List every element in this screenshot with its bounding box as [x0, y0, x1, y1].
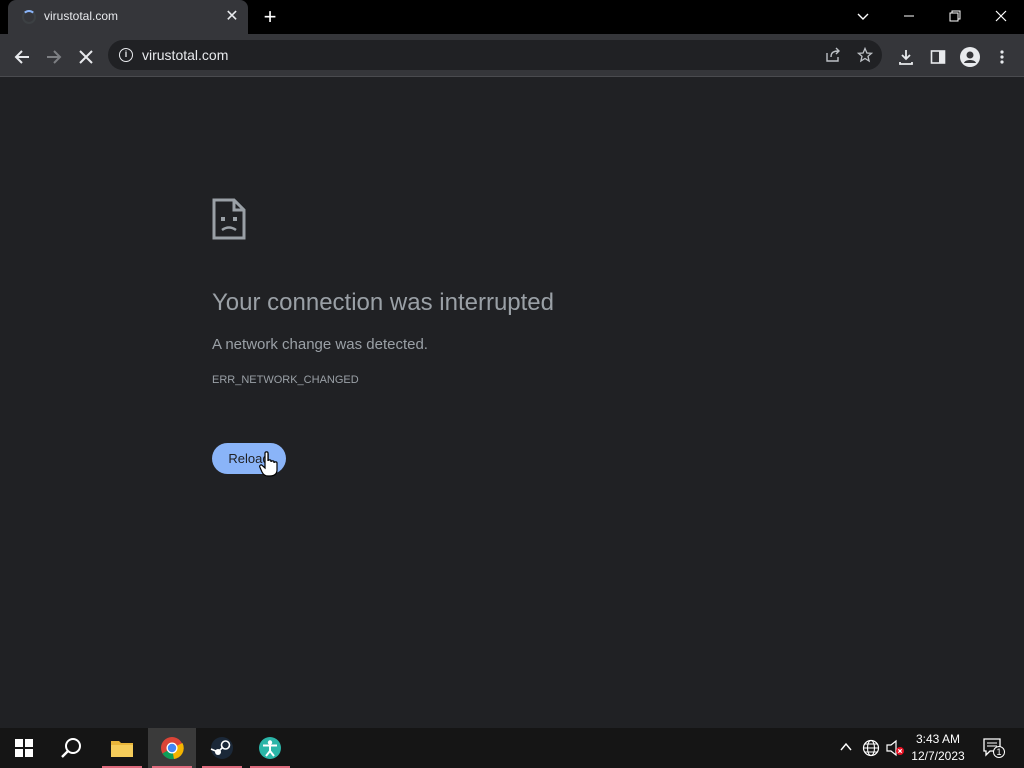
chrome-icon[interactable] [148, 728, 196, 768]
network-globe-icon[interactable] [862, 739, 880, 757]
profile-avatar-icon[interactable] [956, 42, 984, 70]
error-page: Your connection was interrupted A networ… [0, 78, 1024, 728]
loading-spinner-icon [22, 10, 36, 24]
file-explorer-icon[interactable] [98, 728, 146, 768]
volume-muted-icon[interactable] [885, 739, 905, 757]
side-panel-icon[interactable] [924, 42, 952, 70]
tab-title: virustotal.com [44, 9, 119, 23]
share-icon[interactable] [822, 44, 844, 66]
error-headline: Your connection was interrupted [212, 289, 554, 316]
clock-time[interactable]: 3:43 AM [906, 732, 970, 746]
more-menu-icon[interactable] [988, 42, 1016, 70]
tab-search-icon[interactable] [840, 0, 886, 30]
tab-strip: virustotal.com ✕ + [0, 0, 1024, 34]
show-hidden-icons-icon[interactable] [838, 740, 854, 756]
windows-taskbar: 3:43 AM 12/7/2023 1 [0, 728, 1024, 768]
forward-arrow-icon[interactable] [40, 42, 68, 70]
address-bar-url[interactable]: virustotal.com [142, 47, 228, 63]
browser-tab[interactable]: virustotal.com ✕ [8, 0, 248, 34]
new-tab-icon[interactable]: + [258, 5, 282, 29]
clock-date[interactable]: 12/7/2023 [906, 749, 970, 763]
address-bar[interactable]: i virustotal.com [108, 40, 882, 70]
close-tab-icon[interactable]: ✕ [222, 7, 242, 27]
back-arrow-icon[interactable] [8, 42, 36, 70]
browser-toolbar: i virustotal.com [0, 34, 1024, 77]
stop-loading-icon[interactable] [72, 42, 100, 70]
site-info-icon[interactable]: i [119, 48, 133, 62]
error-description: A network change was detected. [212, 336, 428, 353]
error-code: ERR_NETWORK_CHANGED [212, 374, 359, 386]
hand-cursor-icon [259, 451, 279, 477]
close-window-icon[interactable] [978, 0, 1024, 30]
download-icon[interactable] [892, 42, 920, 70]
start-icon[interactable] [0, 728, 48, 768]
restore-icon[interactable] [932, 0, 978, 30]
sad-document-icon [212, 198, 246, 240]
accessibility-app-icon[interactable] [246, 728, 294, 768]
notification-center-icon[interactable]: 1 [982, 738, 1006, 760]
search-icon[interactable] [48, 728, 96, 768]
bookmark-star-icon[interactable] [854, 44, 876, 66]
notification-count-badge: 1 [996, 747, 1002, 757]
steam-icon[interactable] [198, 728, 246, 768]
minimize-icon[interactable] [886, 0, 932, 30]
